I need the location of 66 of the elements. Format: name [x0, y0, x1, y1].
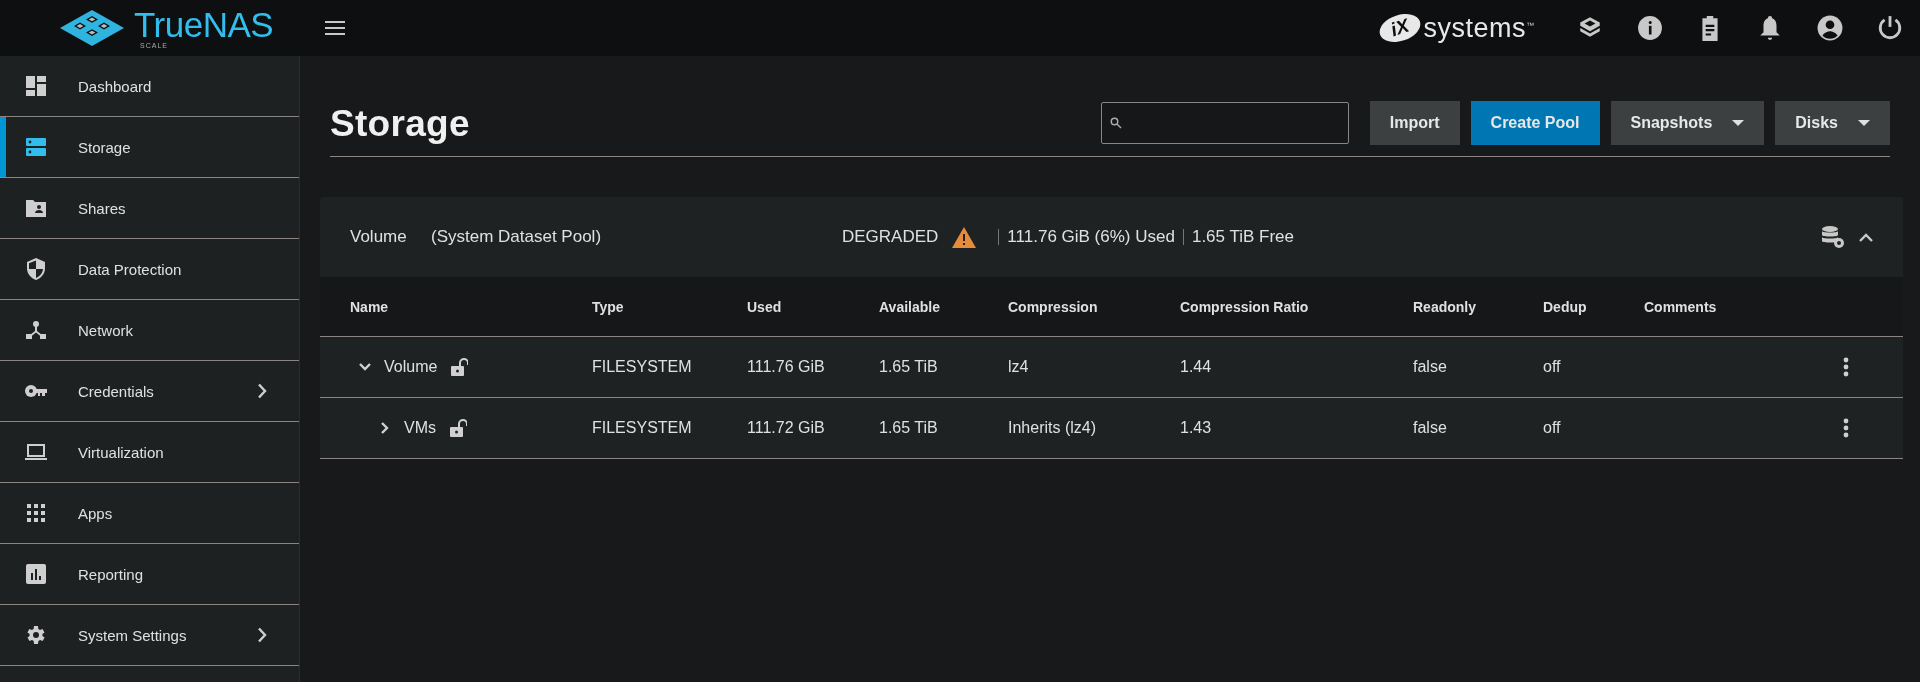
shield-icon — [24, 257, 48, 281]
toolbar-button[interactable]: Snapshots — [1610, 101, 1765, 145]
table-cell: off — [1543, 419, 1561, 437]
column-header: Readonly — [1413, 277, 1543, 337]
table-cell: lz4 — [1008, 358, 1029, 376]
table-cell: 1.44 — [1180, 358, 1212, 376]
pool-status: DEGRADED — [842, 227, 939, 247]
table-cell: false — [1413, 419, 1447, 437]
sidebar-item[interactable]: Shares — [0, 178, 299, 239]
pool-used: 111.76 GiB (6%) Used — [1007, 227, 1175, 247]
pool-name: Volume — [350, 227, 408, 247]
logo-text: TrueNAS — [134, 7, 274, 42]
table-cell: false — [1413, 358, 1447, 376]
sidebar-item[interactable]: Reporting — [0, 544, 299, 605]
bar-chart-icon — [24, 562, 48, 586]
network-icon — [24, 318, 48, 342]
table-cell: 1.43 — [1180, 419, 1212, 437]
toolbar-button[interactable]: Import — [1369, 101, 1460, 145]
column-header: Compression Ratio — [1180, 277, 1413, 337]
pool-note: (System Dataset Pool) — [431, 227, 603, 247]
menu-icon[interactable] — [325, 21, 345, 35]
table-cell: 1.65 TiB — [879, 358, 938, 376]
dataset-name: VMs — [404, 419, 436, 437]
table-cell: 111.76 GiB — [747, 358, 825, 376]
table-cell: FILESYSTEM — [592, 358, 692, 376]
table-cell: off — [1543, 358, 1561, 376]
table-cell: Inherits (lz4) — [1008, 419, 1097, 437]
sidebar-item[interactable]: Data Protection — [0, 239, 299, 300]
sidebar-item[interactable]: Dashboard — [0, 56, 299, 117]
server-icon — [24, 135, 48, 159]
column-header: Dedup — [1543, 277, 1644, 337]
column-header: Compression — [1008, 277, 1180, 337]
table-cell: FILESYSTEM — [592, 419, 692, 437]
column-header: Comments — [1644, 277, 1843, 337]
column-header: Type — [592, 277, 747, 337]
more-options-icon[interactable] — [1843, 418, 1849, 438]
pool-free: 1.65 TiB Free — [1191, 227, 1294, 247]
info-icon[interactable] — [1637, 15, 1663, 41]
table-cell: 1.65 TiB — [879, 419, 938, 437]
column-header: Used — [747, 277, 879, 337]
sidebar-item[interactable]: Storage — [0, 117, 299, 178]
table-cell: 111.72 GiB — [747, 419, 825, 437]
column-header: Name — [320, 277, 592, 337]
grid-icon — [24, 501, 48, 525]
sidebar-item[interactable]: Network — [0, 300, 299, 361]
sidebar-item[interactable]: Apps — [0, 483, 299, 544]
column-header: Available — [879, 277, 1008, 337]
account-icon[interactable] — [1817, 15, 1843, 41]
dataset-name: Volume — [384, 358, 438, 376]
sidebar-item[interactable]: Credentials — [0, 361, 299, 422]
sidebar-item[interactable]: Virtualization — [0, 422, 299, 483]
power-icon[interactable] — [1877, 15, 1903, 41]
search-field[interactable] — [1100, 102, 1349, 144]
toolbar-button[interactable]: Disks — [1775, 101, 1890, 145]
logo-icon — [60, 10, 124, 46]
brand-name: systems — [1423, 12, 1526, 44]
trademark-sign: ™ — [1526, 20, 1534, 30]
more-options-icon[interactable] — [1843, 357, 1849, 377]
bell-icon[interactable] — [1757, 15, 1783, 41]
database-gear-icon[interactable] — [1821, 225, 1845, 249]
sidebar-item[interactable]: System Settings — [0, 605, 299, 666]
page-title: Storage — [330, 103, 471, 145]
chevron-up-icon[interactable] — [1859, 232, 1873, 242]
toolbar-button[interactable]: Create Pool — [1470, 101, 1600, 145]
dashboard-icon — [24, 74, 48, 98]
search-icon — [1109, 117, 1122, 129]
